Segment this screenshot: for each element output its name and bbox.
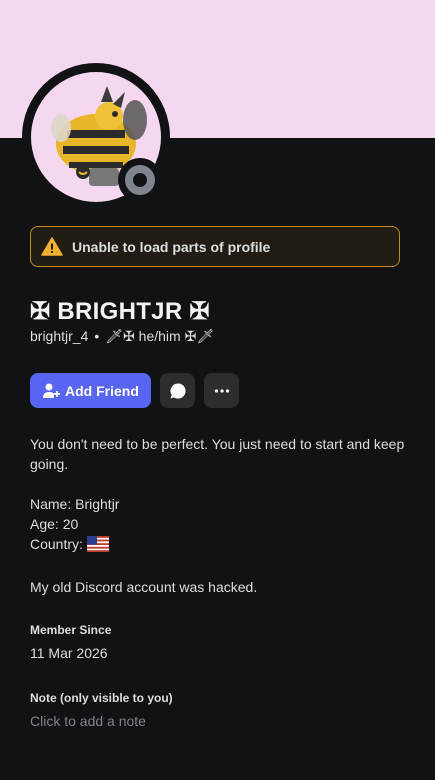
us-flag-icon: [86, 536, 109, 557]
bio-country-label: Country:: [30, 536, 83, 552]
message-button[interactable]: [160, 373, 195, 408]
load-warning-banner: Unable to load parts of profile: [30, 226, 400, 267]
member-since-heading: Member Since: [30, 623, 112, 637]
bio-country: Country:: [30, 534, 410, 557]
bio-hacked-note: My old Discord account was hacked.: [30, 579, 258, 595]
separator-dot: •: [94, 328, 100, 344]
username[interactable]: brightjr_4: [30, 328, 88, 344]
status-indicator: [118, 158, 162, 202]
person-add-icon: [42, 382, 60, 400]
more-options-button[interactable]: [204, 373, 239, 408]
bio-name: Name: Brightjr: [30, 496, 120, 512]
offline-status-icon: [125, 165, 155, 195]
note-heading: Note (only visible to you): [30, 691, 173, 705]
username-line: brightjr_4 • 🗡✠ he/him ✠🗡: [30, 328, 214, 345]
warning-text: Unable to load parts of profile: [72, 238, 271, 255]
member-since-date: 11 Mar 2026: [30, 645, 108, 661]
chat-bubble-icon: [169, 382, 187, 400]
add-friend-label: Add Friend: [65, 382, 139, 399]
bio-age: Age: 20: [30, 516, 79, 532]
warning-triangle-icon: [41, 236, 63, 258]
pronouns: 🗡✠ he/him ✠🗡: [105, 328, 215, 344]
note-input[interactable]: Click to add a note: [30, 713, 146, 729]
bio-line: You don't need to be perfect. You just n…: [30, 436, 405, 472]
display-name: ✠ BRIGHTJR ✠: [30, 298, 210, 325]
bio: You don't need to be perfect. You just n…: [30, 434, 410, 597]
more-dots-icon: [213, 382, 231, 400]
add-friend-button[interactable]: Add Friend: [30, 373, 151, 408]
